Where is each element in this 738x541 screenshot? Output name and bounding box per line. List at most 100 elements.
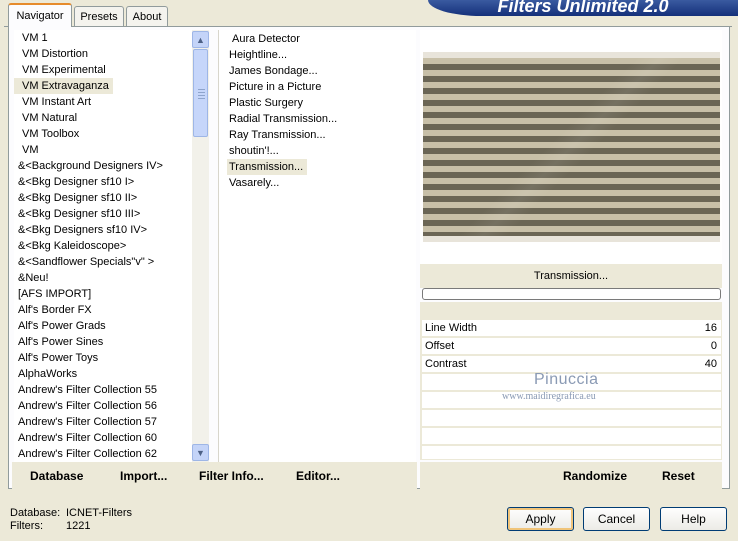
filters-value: 1221 bbox=[66, 520, 91, 532]
category-item[interactable]: AlphaWorks bbox=[14, 366, 192, 382]
editor-button[interactable]: Editor... bbox=[296, 469, 340, 483]
scroll-up-icon[interactable]: ▲ bbox=[192, 31, 209, 48]
filter-item[interactable]: Picture in a Picture bbox=[227, 79, 416, 95]
filter-item[interactable]: Ray Transmission... bbox=[227, 127, 416, 143]
grip-line bbox=[198, 95, 205, 96]
tab-about[interactable]: About bbox=[126, 6, 168, 26]
grip-line bbox=[198, 98, 205, 99]
filter-item-label: Radial Transmission... bbox=[229, 113, 338, 125]
category-item-label: &<Bkg Kaleidoscope> bbox=[18, 240, 127, 252]
category-item-label: &<Sandflower Specials"v" > bbox=[18, 256, 155, 268]
category-item-label: VM bbox=[22, 144, 39, 156]
category-item[interactable]: &<Bkg Designer sf10 II> bbox=[14, 190, 192, 206]
category-item[interactable]: Andrew's Filter Collection 56 bbox=[14, 398, 192, 414]
category-item[interactable]: VM Distortion bbox=[14, 46, 192, 62]
param-value: 16 bbox=[704, 322, 717, 334]
filter-item[interactable]: shoutin'!... bbox=[227, 143, 416, 159]
tab-navigator[interactable]: Navigator bbox=[8, 3, 72, 27]
category-item[interactable]: &<Bkg Designers sf10 IV> bbox=[14, 222, 192, 238]
tab-presets[interactable]: Presets bbox=[74, 6, 124, 26]
category-item[interactable]: &Neu! bbox=[14, 270, 192, 286]
category-item[interactable]: &<Background Designers IV> bbox=[14, 158, 192, 174]
category-item[interactable]: Alf's Power Toys bbox=[14, 350, 192, 366]
category-item[interactable]: Alf's Power Sines bbox=[14, 334, 192, 350]
category-item[interactable]: Andrew's Filter Collection 62 bbox=[14, 446, 192, 462]
param-value: 0 bbox=[710, 340, 717, 352]
category-item[interactable]: &<Sandflower Specials"v" > bbox=[14, 254, 192, 270]
category-list[interactable]: VM 1 VM Distortion VM Experimental VM Extra… bbox=[14, 30, 192, 462]
filter-item[interactable]: James Bondage... bbox=[227, 63, 416, 79]
category-item[interactable]: [AFS IMPORT] bbox=[14, 286, 192, 302]
category-item[interactable]: &<Bkg Kaleidoscope> bbox=[14, 238, 192, 254]
category-item[interactable]: Andrew's Filter Collection 57 bbox=[14, 414, 192, 430]
filter-list[interactable]: Aura Detector Heightline... James Bondage.… bbox=[218, 30, 416, 462]
filter-item[interactable]: Radial Transmission... bbox=[227, 111, 416, 127]
category-item-label: VM Toolbox bbox=[22, 128, 80, 140]
category-item[interactable]: Alf's Border FX bbox=[14, 302, 192, 318]
preview-filter-name: Transmission... bbox=[420, 264, 722, 288]
category-item-label: Alf's Power Grads bbox=[18, 320, 106, 332]
category-item[interactable]: VM Toolbox bbox=[14, 126, 192, 142]
category-item[interactable]: Alf's Power Grads bbox=[14, 318, 192, 334]
app-banner: Filters Unlimited 2.0 bbox=[428, 0, 738, 16]
filter-item-label: Heightline... bbox=[229, 49, 288, 61]
apply-button[interactable]: Apply bbox=[507, 507, 574, 531]
tab-navigator-label: Navigator bbox=[16, 10, 64, 22]
filter-item[interactable]: Transmission... bbox=[227, 159, 416, 175]
scroll-thumb[interactable] bbox=[193, 49, 208, 137]
category-item[interactable]: &<Bkg Designer sf10 III> bbox=[14, 206, 192, 222]
filter-item-label: Ray Transmission... bbox=[229, 129, 326, 141]
tab-presets-label: Presets bbox=[80, 10, 118, 23]
param-row-empty[interactable] bbox=[422, 410, 721, 427]
category-item-label: Andrew's Filter Collection 55 bbox=[18, 384, 158, 396]
param-row-empty[interactable] bbox=[422, 428, 721, 445]
param-row-offset[interactable]: Offset 0 bbox=[422, 338, 721, 355]
category-item-label: VM Natural bbox=[22, 112, 78, 124]
filter-item[interactable]: Plastic Surgery bbox=[227, 95, 416, 111]
preview-image bbox=[423, 52, 720, 242]
filter-item-label: shoutin'!... bbox=[229, 145, 279, 157]
scroll-down-icon[interactable]: ▼ bbox=[192, 444, 209, 461]
category-item-label: Andrew's Filter Collection 62 bbox=[18, 448, 158, 460]
category-item[interactable]: VM Instant Art bbox=[14, 94, 192, 110]
filter-item[interactable]: Heightline... bbox=[227, 47, 416, 63]
cancel-button[interactable]: Cancel bbox=[583, 507, 650, 531]
filter-item-label: James Bondage... bbox=[229, 65, 318, 77]
category-item[interactable]: VM bbox=[14, 142, 192, 158]
filter-item-label: Picture in a Picture bbox=[229, 81, 322, 93]
cancel-label: Cancel bbox=[597, 512, 636, 526]
filter-item[interactable]: Aura Detector bbox=[227, 31, 416, 47]
database-button[interactable]: Database bbox=[30, 469, 83, 483]
category-item-label: Andrew's Filter Collection 56 bbox=[18, 400, 158, 412]
category-item[interactable]: VM Experimental bbox=[14, 62, 192, 78]
help-label: Help bbox=[681, 512, 706, 526]
category-item[interactable]: VM 1 bbox=[14, 30, 192, 46]
param-row-line-width[interactable]: Line Width 16 bbox=[422, 320, 721, 337]
filter-item-label: Vasarely... bbox=[229, 177, 280, 189]
category-item-label: [AFS IMPORT] bbox=[18, 288, 92, 300]
category-item[interactable]: VM Extravaganza bbox=[14, 78, 192, 94]
filter-info-button[interactable]: Filter Info... bbox=[199, 469, 264, 483]
reset-button[interactable]: Reset bbox=[662, 469, 695, 483]
category-item[interactable]: Andrew's Filter Collection 60 bbox=[14, 430, 192, 446]
param-label: Line Width bbox=[425, 322, 477, 334]
category-item[interactable]: VM Natural bbox=[14, 110, 192, 126]
param-row-empty[interactable] bbox=[422, 446, 721, 460]
import-button[interactable]: Import... bbox=[120, 469, 167, 483]
category-item[interactable]: &<Bkg Designer sf10 I> bbox=[14, 174, 192, 190]
category-item-label: AlphaWorks bbox=[18, 368, 78, 380]
watermark-url: www.maidiregrafica.eu bbox=[502, 391, 596, 402]
preview-filter-name-text: Transmission... bbox=[533, 270, 609, 282]
randomize-button[interactable]: Randomize bbox=[563, 469, 627, 483]
param-label: Contrast bbox=[425, 358, 467, 370]
help-button[interactable]: Help bbox=[660, 507, 727, 531]
progress-bar bbox=[422, 288, 721, 300]
tab-about-label: About bbox=[132, 10, 162, 23]
category-scrollbar[interactable]: ▲ ▼ bbox=[192, 30, 209, 462]
param-value: 40 bbox=[704, 358, 717, 370]
category-item-label: &<Background Designers IV> bbox=[18, 160, 163, 172]
category-item[interactable]: Andrew's Filter Collection 55 bbox=[14, 382, 192, 398]
param-label: Offset bbox=[425, 340, 455, 352]
filter-item-label: Aura Detector bbox=[232, 33, 300, 45]
filter-item[interactable]: Vasarely... bbox=[227, 175, 416, 191]
